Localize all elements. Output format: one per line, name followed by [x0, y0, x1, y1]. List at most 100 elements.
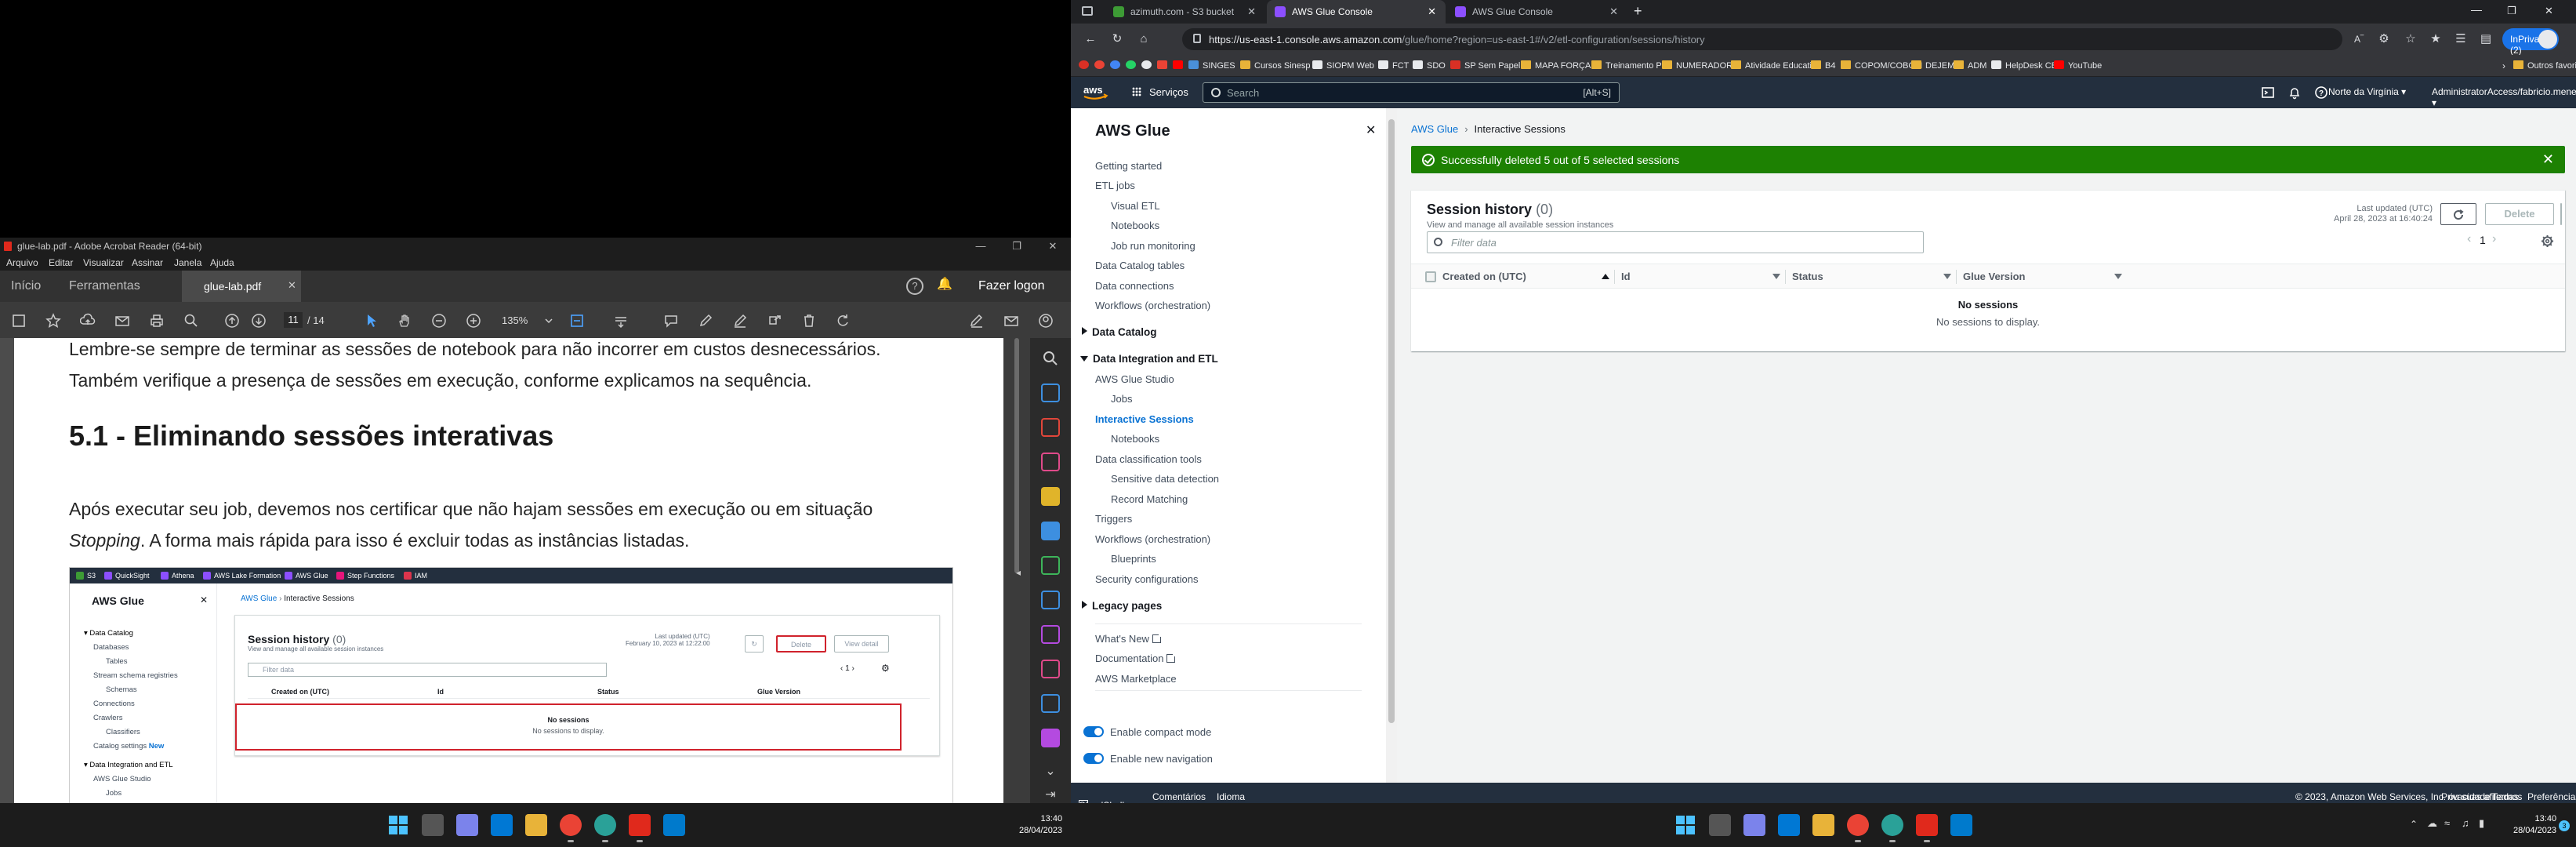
chrome-icon[interactable] [1847, 814, 1869, 842]
tab-actions-icon[interactable] [1082, 6, 1093, 16]
bookmark-item[interactable]: Cursos Sinesp [1240, 60, 1311, 71]
combine-files-icon[interactable] [1041, 522, 1060, 540]
sidebar-item-workflows[interactable]: Workflows (orchestration) [1095, 533, 1210, 545]
maximize-button[interactable]: ❐ [2507, 5, 2516, 17]
notification-badge[interactable]: 3 [2559, 820, 2570, 831]
bookmark-item[interactable] [1079, 60, 1093, 71]
sidebar-item-whats-new[interactable]: What's New [1095, 633, 1163, 645]
share-icon[interactable] [767, 313, 782, 329]
volume-icon[interactable]: ♫ [2462, 817, 2469, 829]
bookmark-item[interactable]: HelpDesk CB [1991, 60, 2057, 71]
column-divider[interactable] [1956, 270, 1957, 284]
bookmark-folder[interactable]: DEJEM [1911, 60, 1954, 71]
teams-icon[interactable] [1743, 814, 1765, 836]
sort-ascending-icon[interactable] [1602, 274, 1609, 279]
column-divider[interactable] [1614, 270, 1615, 284]
menu-ajuda[interactable]: Ajuda [210, 257, 234, 268]
delete-button[interactable]: Delete [2485, 203, 2554, 225]
tab-tools[interactable]: Ferramentas [69, 279, 140, 293]
zoom-out-icon[interactable] [431, 313, 447, 329]
sidebar-item-workflows[interactable]: Workflows (orchestration) [1095, 300, 1210, 311]
new-tab-icon[interactable]: + [1634, 3, 1642, 20]
upload-icon[interactable] [80, 313, 96, 329]
close-tab-icon[interactable]: ✕ [1247, 5, 1256, 18]
other-favorites-folder[interactable]: Outros favoritos [2513, 60, 2576, 71]
language-link[interactable]: Idioma [1217, 791, 1245, 802]
services-menu[interactable]: Serviços [1132, 86, 1188, 98]
windows-start-icon[interactable] [1676, 816, 1695, 834]
close-tab-icon[interactable]: ✕ [1428, 5, 1436, 18]
rotate-icon[interactable] [836, 313, 851, 329]
delete-icon[interactable] [801, 313, 817, 329]
aws-logo[interactable]: aws [1082, 83, 1110, 102]
chevron-down-icon[interactable] [541, 313, 557, 329]
sidebar-item-notebooks[interactable]: Notebooks [1111, 220, 1159, 231]
back-icon[interactable]: ← [1083, 32, 1098, 46]
close-tab-icon[interactable]: ✕ [288, 279, 296, 292]
collections-icon[interactable]: ☰ [2454, 32, 2468, 46]
sidebar-section-data-integration[interactable]: Data Integration and ETL [1080, 353, 1218, 365]
maximize-button[interactable]: ❐ [999, 238, 1035, 255]
windows-start-icon[interactable] [389, 816, 408, 834]
sidebar-item-jobs[interactable]: Jobs [1111, 393, 1132, 405]
menu-visualizar[interactable]: Visualizar [83, 257, 124, 268]
vscode-icon[interactable] [1950, 814, 1972, 836]
next-page-icon[interactable] [251, 313, 267, 329]
sidebar-item-marketplace[interactable]: AWS Marketplace [1095, 673, 1177, 685]
bookmark-folder[interactable]: ADM [1954, 60, 1986, 71]
sidebar-item-etl-jobs[interactable]: ETL jobs [1095, 180, 1135, 191]
sidebar-item-data-catalog-tables[interactable]: Data Catalog tables [1095, 260, 1185, 271]
sidebar-item-data-classification[interactable]: Data classification tools [1095, 453, 1202, 465]
cloudshell-icon[interactable] [2261, 85, 2275, 100]
export-pdf-icon[interactable] [1041, 384, 1060, 402]
print-icon[interactable] [149, 313, 165, 329]
zoom-in-icon[interactable] [466, 313, 481, 329]
fit-page-icon[interactable] [569, 313, 585, 329]
prev-page-icon[interactable]: ‹ [2467, 232, 2471, 246]
sidebar-section-data-catalog[interactable]: Data Catalog [1082, 326, 1157, 338]
search-icon[interactable] [183, 313, 199, 329]
sidebar-item-triggers[interactable]: Triggers [1095, 513, 1132, 525]
edge-icon[interactable] [594, 814, 616, 842]
outlook-icon[interactable] [491, 814, 513, 836]
sort-icon[interactable] [1772, 274, 1780, 279]
menu-assinar[interactable]: Assinar [132, 257, 163, 268]
bookmark-item[interactable]: FCT [1378, 60, 1409, 71]
scrollbar-thumb[interactable] [1014, 338, 1019, 573]
mail-icon[interactable] [114, 313, 130, 329]
fill-sign-icon[interactable] [969, 313, 985, 329]
sidebar-item-sensitive-data[interactable]: Sensitive data detection [1111, 473, 1219, 485]
compact-mode-toggle[interactable] [1083, 726, 1104, 737]
minimize-button[interactable]: — [2471, 3, 2482, 16]
bell-icon[interactable] [2288, 85, 2302, 100]
compress-icon[interactable] [1041, 591, 1060, 609]
acrobat-taskbar-icon[interactable] [1916, 814, 1938, 842]
menu-arquivo[interactable]: Arquivo [6, 257, 38, 268]
sidebar-item-interactive-sessions[interactable]: Interactive Sessions [1095, 413, 1194, 425]
search-taskbar-icon[interactable] [1709, 814, 1731, 836]
favorite-star-icon[interactable]: ☆ [2404, 32, 2418, 46]
sort-icon[interactable] [1943, 274, 1951, 279]
close-icon[interactable]: ✕ [1366, 122, 1376, 138]
sort-icon[interactable] [2114, 274, 2122, 279]
select-all-checkbox[interactable] [1425, 271, 1436, 282]
organize-pages-icon[interactable] [1041, 556, 1060, 575]
browser-tab[interactable]: azimuth.com - S3 bucket ✕ [1105, 0, 1265, 24]
acrobat-taskbar-icon[interactable] [629, 814, 651, 842]
prev-page-icon[interactable] [224, 313, 240, 329]
filter-input[interactable]: Filter data [1427, 231, 1924, 253]
chevron-right-icon[interactable]: › [2502, 60, 2505, 71]
privacy-link[interactable]: Privacidade [2441, 791, 2491, 802]
reload-icon[interactable]: ↻ [1110, 32, 1124, 46]
comment-icon[interactable] [663, 313, 679, 329]
inprivate-badge[interactable]: InPrivate (2) [2502, 28, 2559, 56]
bookmark-item[interactable]: SIOPM Web [1312, 60, 1374, 71]
bookmark-folder[interactable]: Atividade Educativa [1731, 60, 1821, 71]
select-cursor-icon[interactable] [364, 313, 379, 329]
sidebar-item-getting-started[interactable]: Getting started [1095, 160, 1162, 172]
edit-pdf-icon[interactable] [1041, 453, 1060, 471]
search-icon[interactable] [1041, 349, 1060, 368]
create-icon[interactable] [11, 313, 27, 329]
column-glue-version[interactable]: Glue Version [1963, 271, 2025, 282]
panel-expand-icon[interactable]: ◂ [1016, 567, 1021, 578]
